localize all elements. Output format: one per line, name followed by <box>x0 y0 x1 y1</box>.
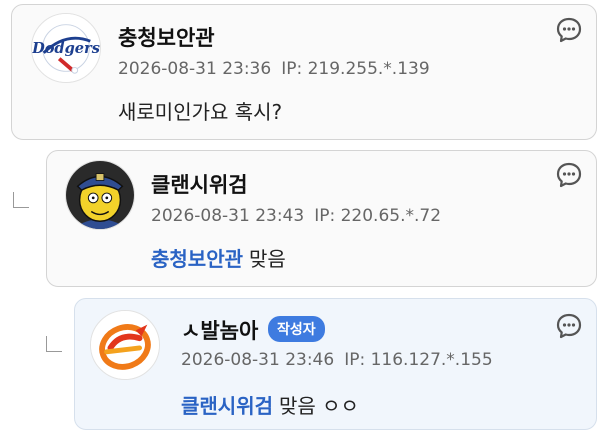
avatar[interactable] <box>65 160 135 230</box>
avatar[interactable] <box>90 310 160 380</box>
comment-ip: IP: 220.65.*.72 <box>314 206 442 226</box>
chief-wiggum-cartoon-icon <box>66 161 134 229</box>
comment-body: 새로미인가요 혹시? <box>118 96 282 125</box>
dodgers-logo-icon: Dodgers <box>32 14 100 82</box>
comment-body: 충청보안관 맞음 <box>151 243 286 272</box>
nickname[interactable]: ㅅ발놈아 <box>181 315 258 345</box>
author-badge: 작성자 <box>268 316 325 342</box>
comment-meta: 2026-08-31 23:36 IP: 219.255.*.139 <box>118 59 430 79</box>
comment-card: 클랜시위검 2026-08-31 23:43 IP: 220.65.*.72 충청… <box>46 150 597 287</box>
comment-date: 2026-08-31 23:36 <box>118 59 272 79</box>
comment-meta: 2026-08-31 23:43 IP: 220.65.*.72 <box>151 206 441 226</box>
avatar[interactable]: Dodgers <box>31 13 101 83</box>
nickname[interactable]: 충청보안관 <box>118 22 215 52</box>
comment-ip: IP: 219.255.*.139 <box>281 59 430 79</box>
comment-date: 2026-08-31 23:43 <box>151 206 305 226</box>
comment-date: 2026-08-31 23:46 <box>181 350 335 370</box>
comment-ip: IP: 116.127.*.155 <box>344 350 493 370</box>
comment-body: 클랜시위검 맞음 ㅇㅇ <box>181 390 359 419</box>
comment-more-icon[interactable] <box>556 17 582 43</box>
comment-card: Dodgers 충청보안관 2026-08-31 23:36 IP: 219.25… <box>11 4 597 140</box>
mention-link[interactable]: 클랜시위검 <box>181 394 273 418</box>
mention-link[interactable]: 충청보안관 <box>151 247 243 271</box>
comment-text: 새로미인가요 혹시? <box>118 100 283 124</box>
comment-card-author: ㅅ발놈아 작성자 2026-08-31 23:46 IP: 116.127.*.1… <box>74 298 597 430</box>
comment-more-icon[interactable] <box>556 162 582 188</box>
reply-indicator <box>13 192 29 208</box>
reply-indicator <box>46 336 62 352</box>
nickname[interactable]: 클랜시위검 <box>151 169 248 199</box>
comment-text: 맞음 <box>249 247 286 271</box>
orange-e-logo-icon <box>91 311 159 379</box>
comment-more-icon[interactable] <box>556 313 582 339</box>
comment-meta: 2026-08-31 23:46 IP: 116.127.*.155 <box>181 350 493 370</box>
comment-text: 맞음 ㅇㅇ <box>279 394 359 418</box>
svg-text:Dodgers: Dodgers <box>32 40 100 57</box>
